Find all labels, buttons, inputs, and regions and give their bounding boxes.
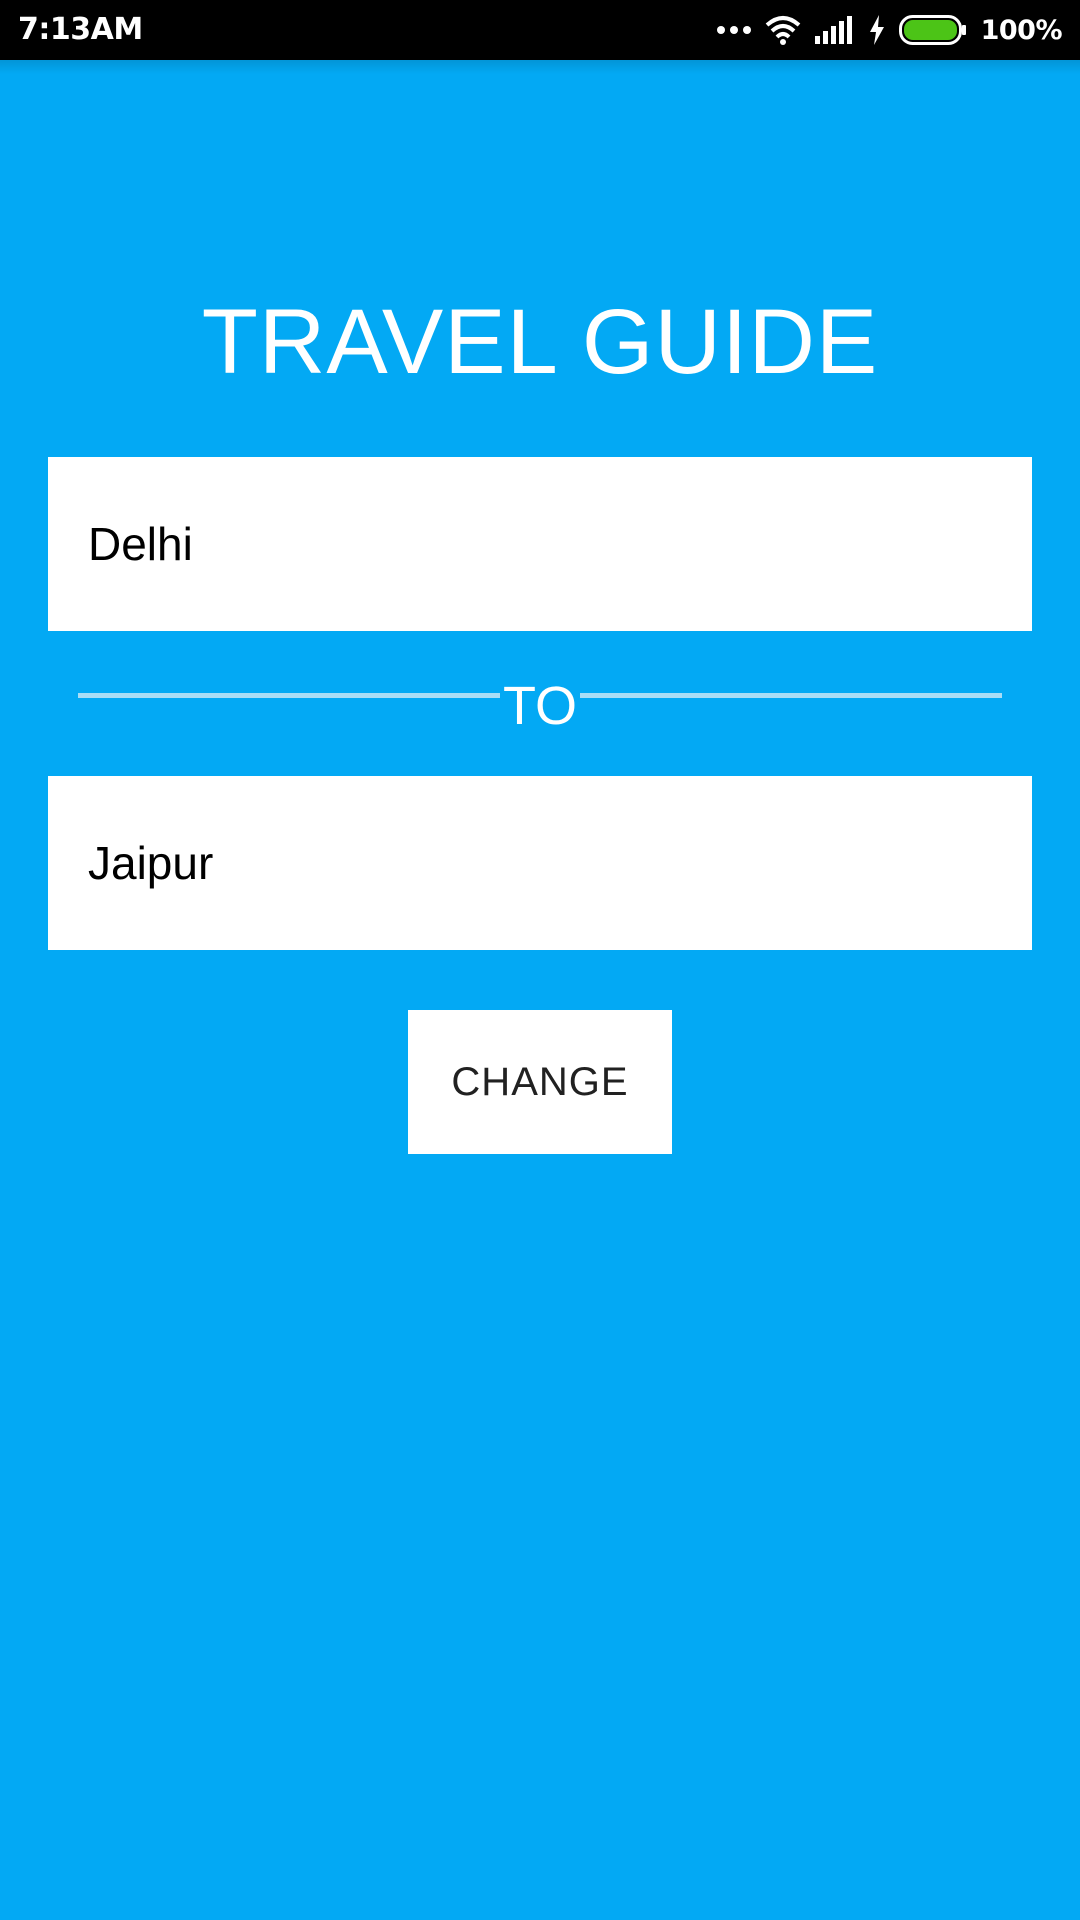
app-title: TRAVEL GUIDE [201,291,879,393]
more-dots-icon [716,26,751,34]
to-divider: TO [78,664,1002,736]
signal-icon [814,16,852,44]
change-button[interactable]: CHANGE [408,1010,672,1154]
status-icons: 100% [716,0,1063,60]
battery-icon [898,15,966,45]
divider-line-right [580,693,1002,698]
status-time: 7:13AM [18,12,143,47]
status-bar: 7:13AM 100% [0,0,1080,60]
from-city-input[interactable]: Delhi [48,457,1032,631]
battery-percent: 100% [980,14,1063,46]
charging-icon [869,15,884,45]
to-label: TO [502,676,577,736]
toolbar-shadow [0,60,1080,74]
wifi-icon [765,16,800,45]
to-city-input[interactable]: Jaipur [48,776,1032,950]
